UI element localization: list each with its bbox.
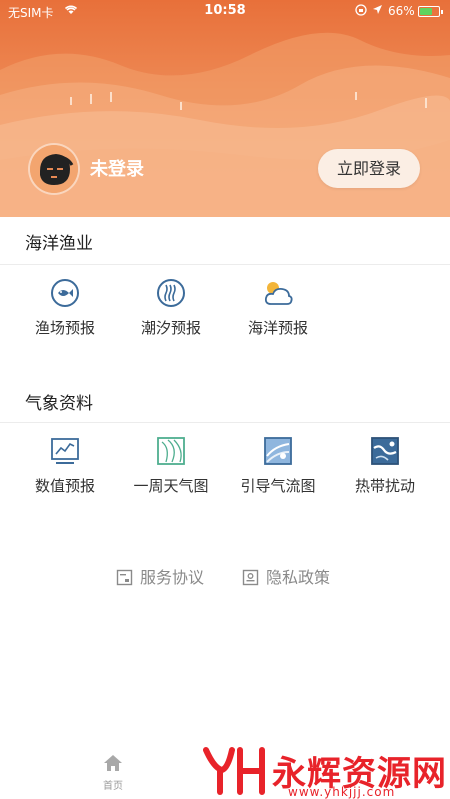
login-button[interactable]: 立即登录 bbox=[318, 149, 420, 188]
profile-banner: 无SIM卡 10:58 66% 未登录 立即登录 bbox=[0, 0, 450, 217]
document-icon bbox=[116, 569, 133, 590]
fish-icon bbox=[50, 278, 80, 308]
tab-home[interactable]: 首页 bbox=[83, 754, 143, 792]
home-icon bbox=[83, 754, 143, 775]
service-agreement-label: 服务协议 bbox=[140, 568, 205, 587]
grid-item-label: 海洋预报 bbox=[247, 319, 308, 337]
orientation-lock-icon bbox=[355, 4, 367, 19]
watermark-url: www.yhkjjj.com bbox=[288, 785, 396, 799]
footer-links: 服务协议 隐私政策 bbox=[0, 564, 450, 588]
location-icon bbox=[372, 4, 383, 18]
section-title-ocean-fishery: 海洋渔业 bbox=[25, 234, 93, 254]
avatar[interactable] bbox=[28, 143, 80, 195]
section-divider bbox=[0, 422, 450, 423]
battery-icon bbox=[418, 6, 443, 17]
grid-item-weekly-weather-chart[interactable]: 一周天气图 bbox=[116, 436, 226, 496]
privacy-policy-label: 隐私政策 bbox=[266, 568, 331, 587]
sun-cloud-icon bbox=[263, 278, 293, 308]
grid-item-label: 渔场预报 bbox=[34, 319, 95, 337]
grid-item-tide-forecast[interactable]: 潮汐预报 bbox=[116, 278, 226, 338]
section-title-weather-data: 气象资料 bbox=[25, 394, 93, 414]
service-agreement-link[interactable]: 服务协议 bbox=[116, 564, 204, 590]
watermark-logo-icon bbox=[203, 747, 265, 795]
grid-item-fishing-ground-forecast[interactable]: 渔场预报 bbox=[10, 278, 120, 338]
grid-item-label: 潮汐预报 bbox=[140, 319, 201, 337]
grid-item-label: 热带扰动 bbox=[354, 477, 415, 495]
chart-monitor-icon bbox=[50, 436, 80, 466]
grid-item-numerical-forecast[interactable]: 数值预报 bbox=[10, 436, 120, 496]
user-name: 未登录 bbox=[90, 159, 144, 180]
grid-item-tropical-disturbance[interactable]: 热带扰动 bbox=[330, 436, 440, 496]
privacy-icon bbox=[242, 569, 259, 590]
privacy-policy-link[interactable]: 隐私政策 bbox=[242, 564, 330, 590]
grid-item-label: 引导气流图 bbox=[240, 477, 316, 495]
grid-item-label: 数值预报 bbox=[34, 477, 95, 495]
battery-percent: 66% bbox=[388, 4, 415, 18]
avatar-face-icon bbox=[30, 145, 78, 193]
tropical-map-icon bbox=[370, 436, 400, 466]
airflow-map-icon bbox=[263, 436, 293, 466]
status-bar: 无SIM卡 10:58 66% bbox=[0, 0, 450, 24]
tab-home-label: 首页 bbox=[103, 781, 123, 792]
tide-icon bbox=[156, 278, 186, 308]
watermark: 永辉资源网 www.yhkjjj.com bbox=[200, 744, 450, 799]
weather-map-icon bbox=[156, 436, 186, 466]
grid-item-steering-flow-chart[interactable]: 引导气流图 bbox=[223, 436, 333, 496]
grid-item-label: 一周天气图 bbox=[133, 477, 209, 495]
section-divider bbox=[0, 264, 450, 265]
grid-item-ocean-forecast[interactable]: 海洋预报 bbox=[223, 278, 333, 338]
